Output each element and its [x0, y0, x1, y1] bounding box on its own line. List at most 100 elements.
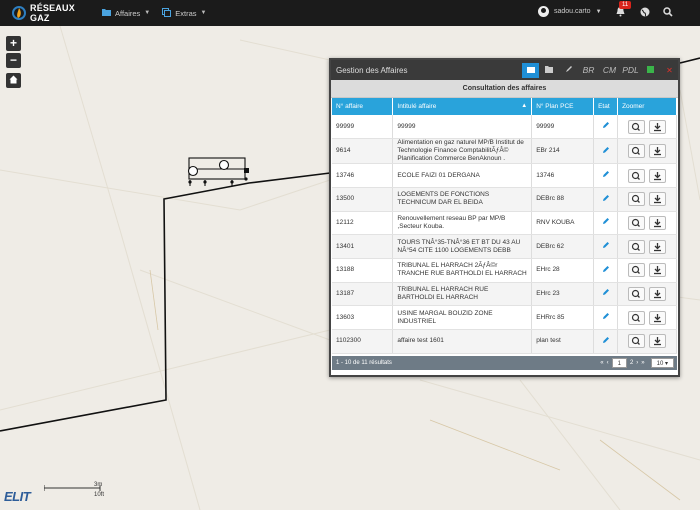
edit-pencil-icon[interactable] [602, 218, 610, 227]
zoom-to-button[interactable] [628, 286, 646, 301]
search-icon[interactable] [663, 7, 673, 19]
menu-extras[interactable]: Extras ▼ [162, 7, 207, 19]
download-button[interactable] [649, 286, 667, 301]
zoom-to-button[interactable] [628, 239, 646, 254]
col-header-etat[interactable]: Etat [593, 98, 619, 115]
download-button[interactable] [649, 144, 667, 159]
user-menu[interactable]: sadou.carto ▼ [538, 6, 602, 17]
cell-zoom [617, 187, 677, 212]
tool-cm-button[interactable]: CM [600, 63, 619, 78]
cell-affaire-num: 99999 [332, 115, 394, 140]
download-icon [650, 242, 665, 255]
menu-extras-label: Extras [175, 8, 197, 18]
cell-affaire-title: 99999 [392, 115, 533, 140]
zoom-to-button[interactable] [628, 215, 646, 231]
cell-plan-pce: DEBrc 62 [531, 234, 595, 259]
download-button[interactable] [649, 215, 667, 230]
col-header-plan[interactable]: N° Plan PCE [531, 98, 595, 115]
table-row[interactable]: 13500 LOGEMENTS DE FONCTIONS TECHNICUM DA… [332, 187, 677, 212]
next-page-button[interactable]: › [636, 360, 638, 366]
close-button[interactable]: ✕ [661, 63, 678, 78]
edit-pencil-icon[interactable] [602, 242, 610, 251]
col-header-zoom[interactable]: Zoomer [617, 98, 677, 115]
prev-page-button[interactable]: ‹ [607, 360, 609, 366]
tool-br-button[interactable]: BR [579, 63, 598, 78]
cell-plan-pce: DEBrc 88 [531, 187, 595, 212]
scale-imperial-label: 10ft [94, 492, 105, 498]
edit-pencil-icon[interactable] [602, 194, 610, 204]
list-view-button[interactable] [522, 62, 539, 78]
cell-plan-pce: EBr 214 [531, 138, 595, 165]
results-summary: 1 - 10 de 11 résultats [336, 360, 392, 366]
edit-button[interactable] [560, 63, 577, 78]
maximize-button[interactable] [642, 63, 659, 78]
zoom-out-button[interactable]: − [6, 53, 21, 68]
menu-affaires[interactable]: Affaires ▼ [102, 8, 150, 18]
zoom-in-icon [629, 266, 644, 278]
download-icon [650, 337, 665, 349]
zoom-to-button[interactable] [628, 263, 646, 278]
table-row[interactable]: 13188 TRIBUNAL EL HARRACH 2ÃƒÂ©r TRANCHE … [332, 258, 677, 283]
zoom-to-button[interactable] [628, 310, 646, 325]
table-row[interactable]: 13401 TOURS TNÂ°35-TNÂ°36 ET BT DU 43 AU … [332, 234, 677, 259]
cell-plan-pce: 99999 [531, 115, 595, 140]
edit-pencil-icon[interactable] [602, 122, 610, 131]
bell-icon [615, 7, 626, 19]
home-button[interactable] [6, 73, 21, 88]
download-button[interactable] [649, 168, 667, 183]
edit-pencil-icon[interactable] [602, 289, 610, 298]
caret-down-icon: ▼ [200, 10, 207, 16]
last-page-button[interactable]: » [641, 360, 644, 366]
zoom-to-button[interactable] [628, 192, 646, 207]
table-row[interactable]: 13603 USINE MARGAL BOUZID ZONE INDUSTRIEL… [332, 305, 677, 330]
chevron-down-icon: ▾ [664, 361, 668, 367]
pencil-icon [565, 65, 573, 75]
zoom-in-button[interactable]: + [6, 36, 21, 51]
zoom-to-button[interactable] [628, 144, 646, 159]
download-button[interactable] [649, 334, 667, 349]
zoom-in-icon [629, 218, 644, 231]
notifications-button[interactable]: 11 [615, 1, 632, 20]
page-size-select[interactable]: 10 ▾ [650, 358, 674, 368]
table-row[interactable]: 1102300 affaire test 1601 plan test [332, 329, 677, 354]
cell-etat [593, 211, 619, 236]
download-button[interactable] [649, 192, 667, 207]
download-button[interactable] [649, 263, 667, 278]
cell-affaire-title: USINE MARGAL BOUZID ZONE INDUSTRIEL [392, 305, 533, 330]
download-icon [650, 122, 665, 135]
app-logo-text: RÉSEAUX GAZ [30, 3, 75, 23]
table-row[interactable]: 12112 Renouvellement reseau BP par MP/B ,… [332, 211, 677, 236]
col-header-num[interactable]: N° affaire [332, 98, 394, 115]
cell-affaire-title: TRIBUNAL EL HARRACH 2ÃƒÂ©r TRANCHE RUE B… [392, 258, 533, 283]
globe-icon[interactable] [640, 7, 650, 19]
download-button[interactable] [649, 310, 667, 325]
download-button[interactable] [649, 119, 667, 135]
cell-affaire-num: 13188 [332, 258, 394, 283]
download-icon [650, 266, 665, 278]
current-page-input[interactable]: 1 [611, 358, 627, 368]
zoom-to-button[interactable] [628, 119, 646, 134]
folder-icon [102, 8, 111, 18]
panel-toolbar: BR CM PDL ✕ [520, 60, 678, 80]
cell-affaire-num: 12112 [332, 211, 394, 236]
edit-pencil-icon[interactable] [602, 336, 610, 346]
download-button[interactable] [649, 239, 667, 255]
col-header-title[interactable]: Intitulé affaire ▲ [392, 98, 533, 115]
table-row[interactable]: 99999 99999 99999 [332, 115, 677, 140]
edit-pencil-icon[interactable] [602, 171, 610, 180]
page-2-link[interactable]: 2 [630, 360, 633, 366]
cell-etat [593, 258, 619, 283]
edit-pencil-icon[interactable] [602, 265, 610, 275]
zoom-to-button[interactable] [628, 334, 646, 349]
tool-pdl-button[interactable]: PDL [621, 63, 640, 78]
cell-plan-pce: RNV KOUBA [531, 211, 595, 236]
first-page-button[interactable]: « [600, 360, 603, 366]
edit-pencil-icon[interactable] [602, 313, 610, 322]
table-row[interactable]: 9614 Alimentation en gaz naturel MP/B Ins… [332, 138, 677, 165]
table-row[interactable]: 13746 ECOLE FAIZI 01 DERGANA 13746 [332, 163, 677, 188]
open-folder-button[interactable] [541, 63, 558, 78]
edit-pencil-icon[interactable] [602, 146, 610, 156]
app-logo[interactable]: RÉSEAUX GAZ [12, 3, 90, 23]
zoom-to-button[interactable] [628, 168, 646, 183]
table-row[interactable]: 13187 TRIBUNAL EL HARRACH RUE BARTHOLDI E… [332, 282, 677, 307]
